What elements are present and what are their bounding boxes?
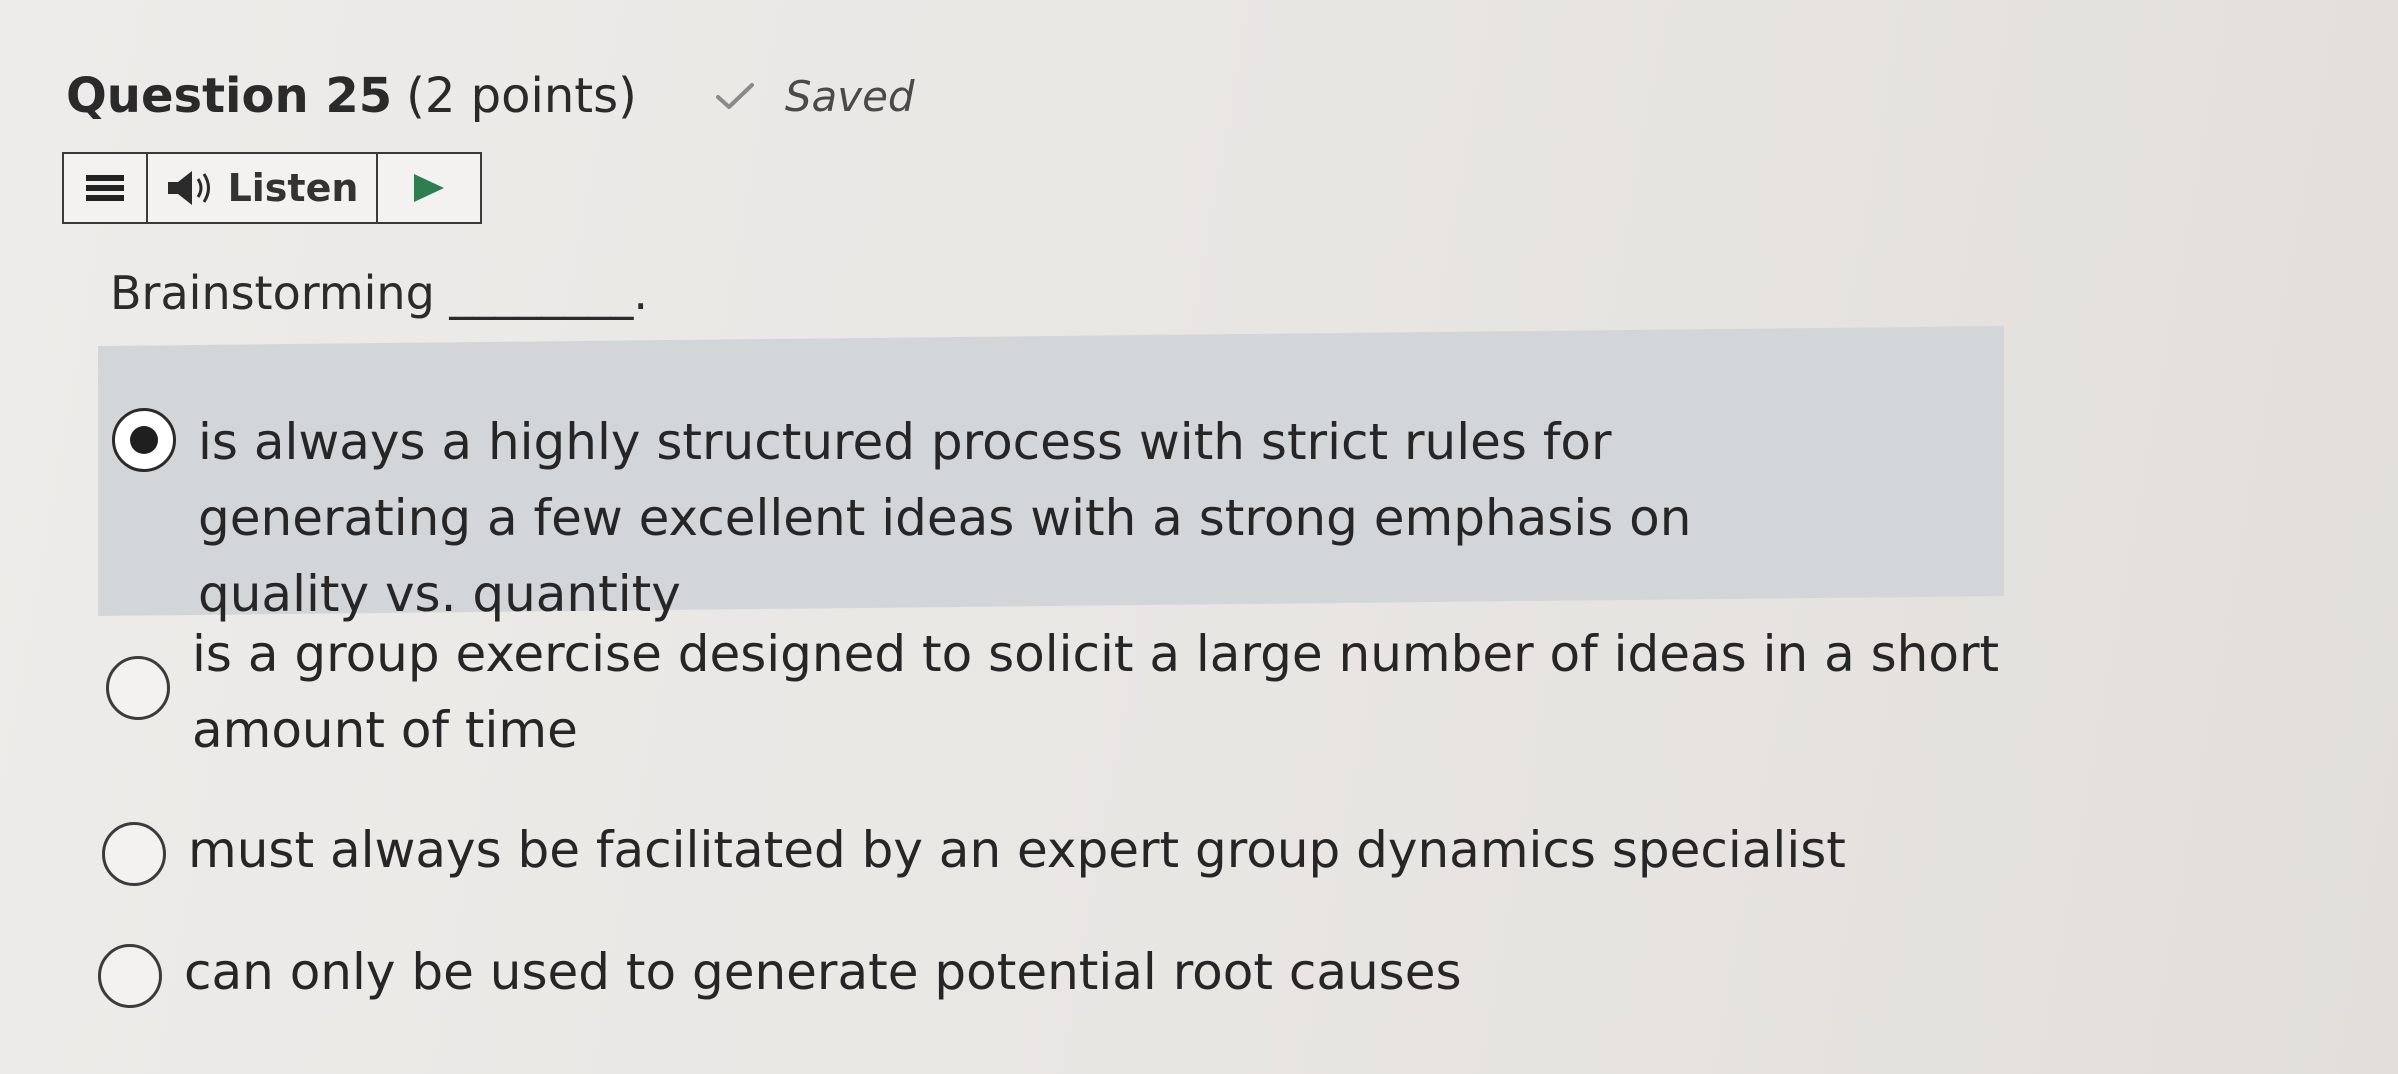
- option-text: is always a highly structured process wi…: [198, 413, 1692, 623]
- listen-label: Listen: [227, 166, 359, 210]
- option-text: is a group exercise designed to solicit …: [192, 625, 2000, 759]
- menu-icon: [86, 175, 124, 201]
- check-icon: [715, 83, 754, 109]
- play-button[interactable]: [378, 154, 480, 222]
- answer-option-2[interactable]: is a group exercise designed to solicit …: [106, 622, 2006, 768]
- saved-label: Saved: [784, 71, 915, 121]
- question-header: Question 25 (2 points) Saved: [66, 68, 915, 124]
- speaker-icon: [167, 171, 210, 205]
- option-text: can only be used to generate potential r…: [184, 943, 1462, 1001]
- answer-option-3[interactable]: must always be facilitated by an expert …: [102, 821, 2002, 888]
- option-text: must always be facilitated by an expert …: [188, 821, 1846, 879]
- answer-option-1[interactable]: is always a highly structured process wi…: [112, 408, 1872, 632]
- question-title: Question 25: [66, 68, 393, 124]
- play-icon: [414, 174, 444, 202]
- question-points: (2 points): [406, 68, 637, 124]
- radio-button[interactable]: [98, 944, 162, 1008]
- question-prompt: Brainstorming ________.: [110, 266, 649, 320]
- listen-button[interactable]: Listen: [148, 154, 378, 222]
- answer-option-4[interactable]: can only be used to generate potential r…: [98, 943, 1998, 1010]
- listen-toolbar: Listen: [62, 152, 482, 224]
- radio-button[interactable]: [102, 822, 166, 886]
- radio-button[interactable]: [106, 656, 170, 720]
- menu-button[interactable]: [64, 154, 148, 222]
- radio-dot-icon: [130, 426, 158, 454]
- saved-status: Saved: [715, 72, 915, 121]
- radio-button-selected[interactable]: [112, 408, 176, 472]
